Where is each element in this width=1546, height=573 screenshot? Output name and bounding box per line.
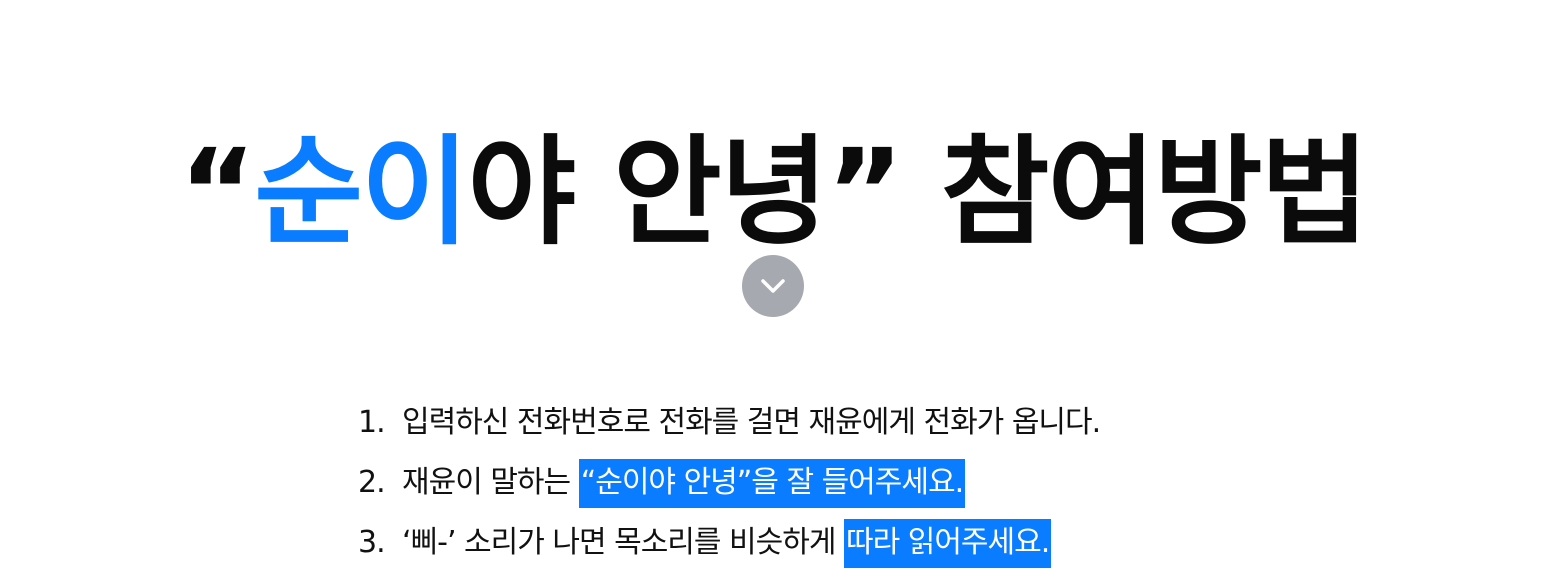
step-highlight: “순이야 안녕”을 잘 들어주세요.: [578, 459, 966, 508]
step-text: 재윤이 말하는: [402, 465, 579, 500]
chevron-down-icon: [761, 279, 785, 293]
step-text: 입력하신 전화번호로 전화를 걸면 재윤에게 전화가 옵니다.: [402, 405, 1101, 440]
list-item: 2. 재윤이 말하는 “순이야 안녕”을 잘 들어주세요.: [358, 453, 1100, 513]
step-number: 1.: [358, 405, 386, 440]
list-item: 1. 입력하신 전화번호로 전화를 걸면 재윤에게 전화가 옵니다.: [358, 393, 1101, 453]
title-close-quote: ”: [826, 123, 904, 262]
title-accent: 순이: [254, 123, 469, 262]
instruction-list: 1. 입력하신 전화번호로 전화를 걸면 재윤에게 전화가 옵니다. 2. 재윤이 …: [358, 393, 1101, 573]
title-suffix: 참여방법: [901, 123, 1369, 262]
title-rest: 야 안녕: [467, 123, 829, 262]
title-open-quote: “: [178, 123, 257, 262]
step-text: ‘삐-’ 소리가 나면 목소리를 비슷하게: [402, 525, 844, 560]
step-number: 3.: [358, 525, 386, 560]
list-item: 3. ‘삐-’ 소리가 나면 목소리를 비슷하게 따라 읽어주세요.: [358, 513, 1100, 573]
step-highlight: 따라 읽어주세요.: [843, 519, 1052, 568]
expand-toggle-button[interactable]: [742, 255, 804, 317]
page-title: “순이야 안녕” 참여방법: [0, 117, 1546, 267]
step-number: 2.: [358, 465, 386, 500]
